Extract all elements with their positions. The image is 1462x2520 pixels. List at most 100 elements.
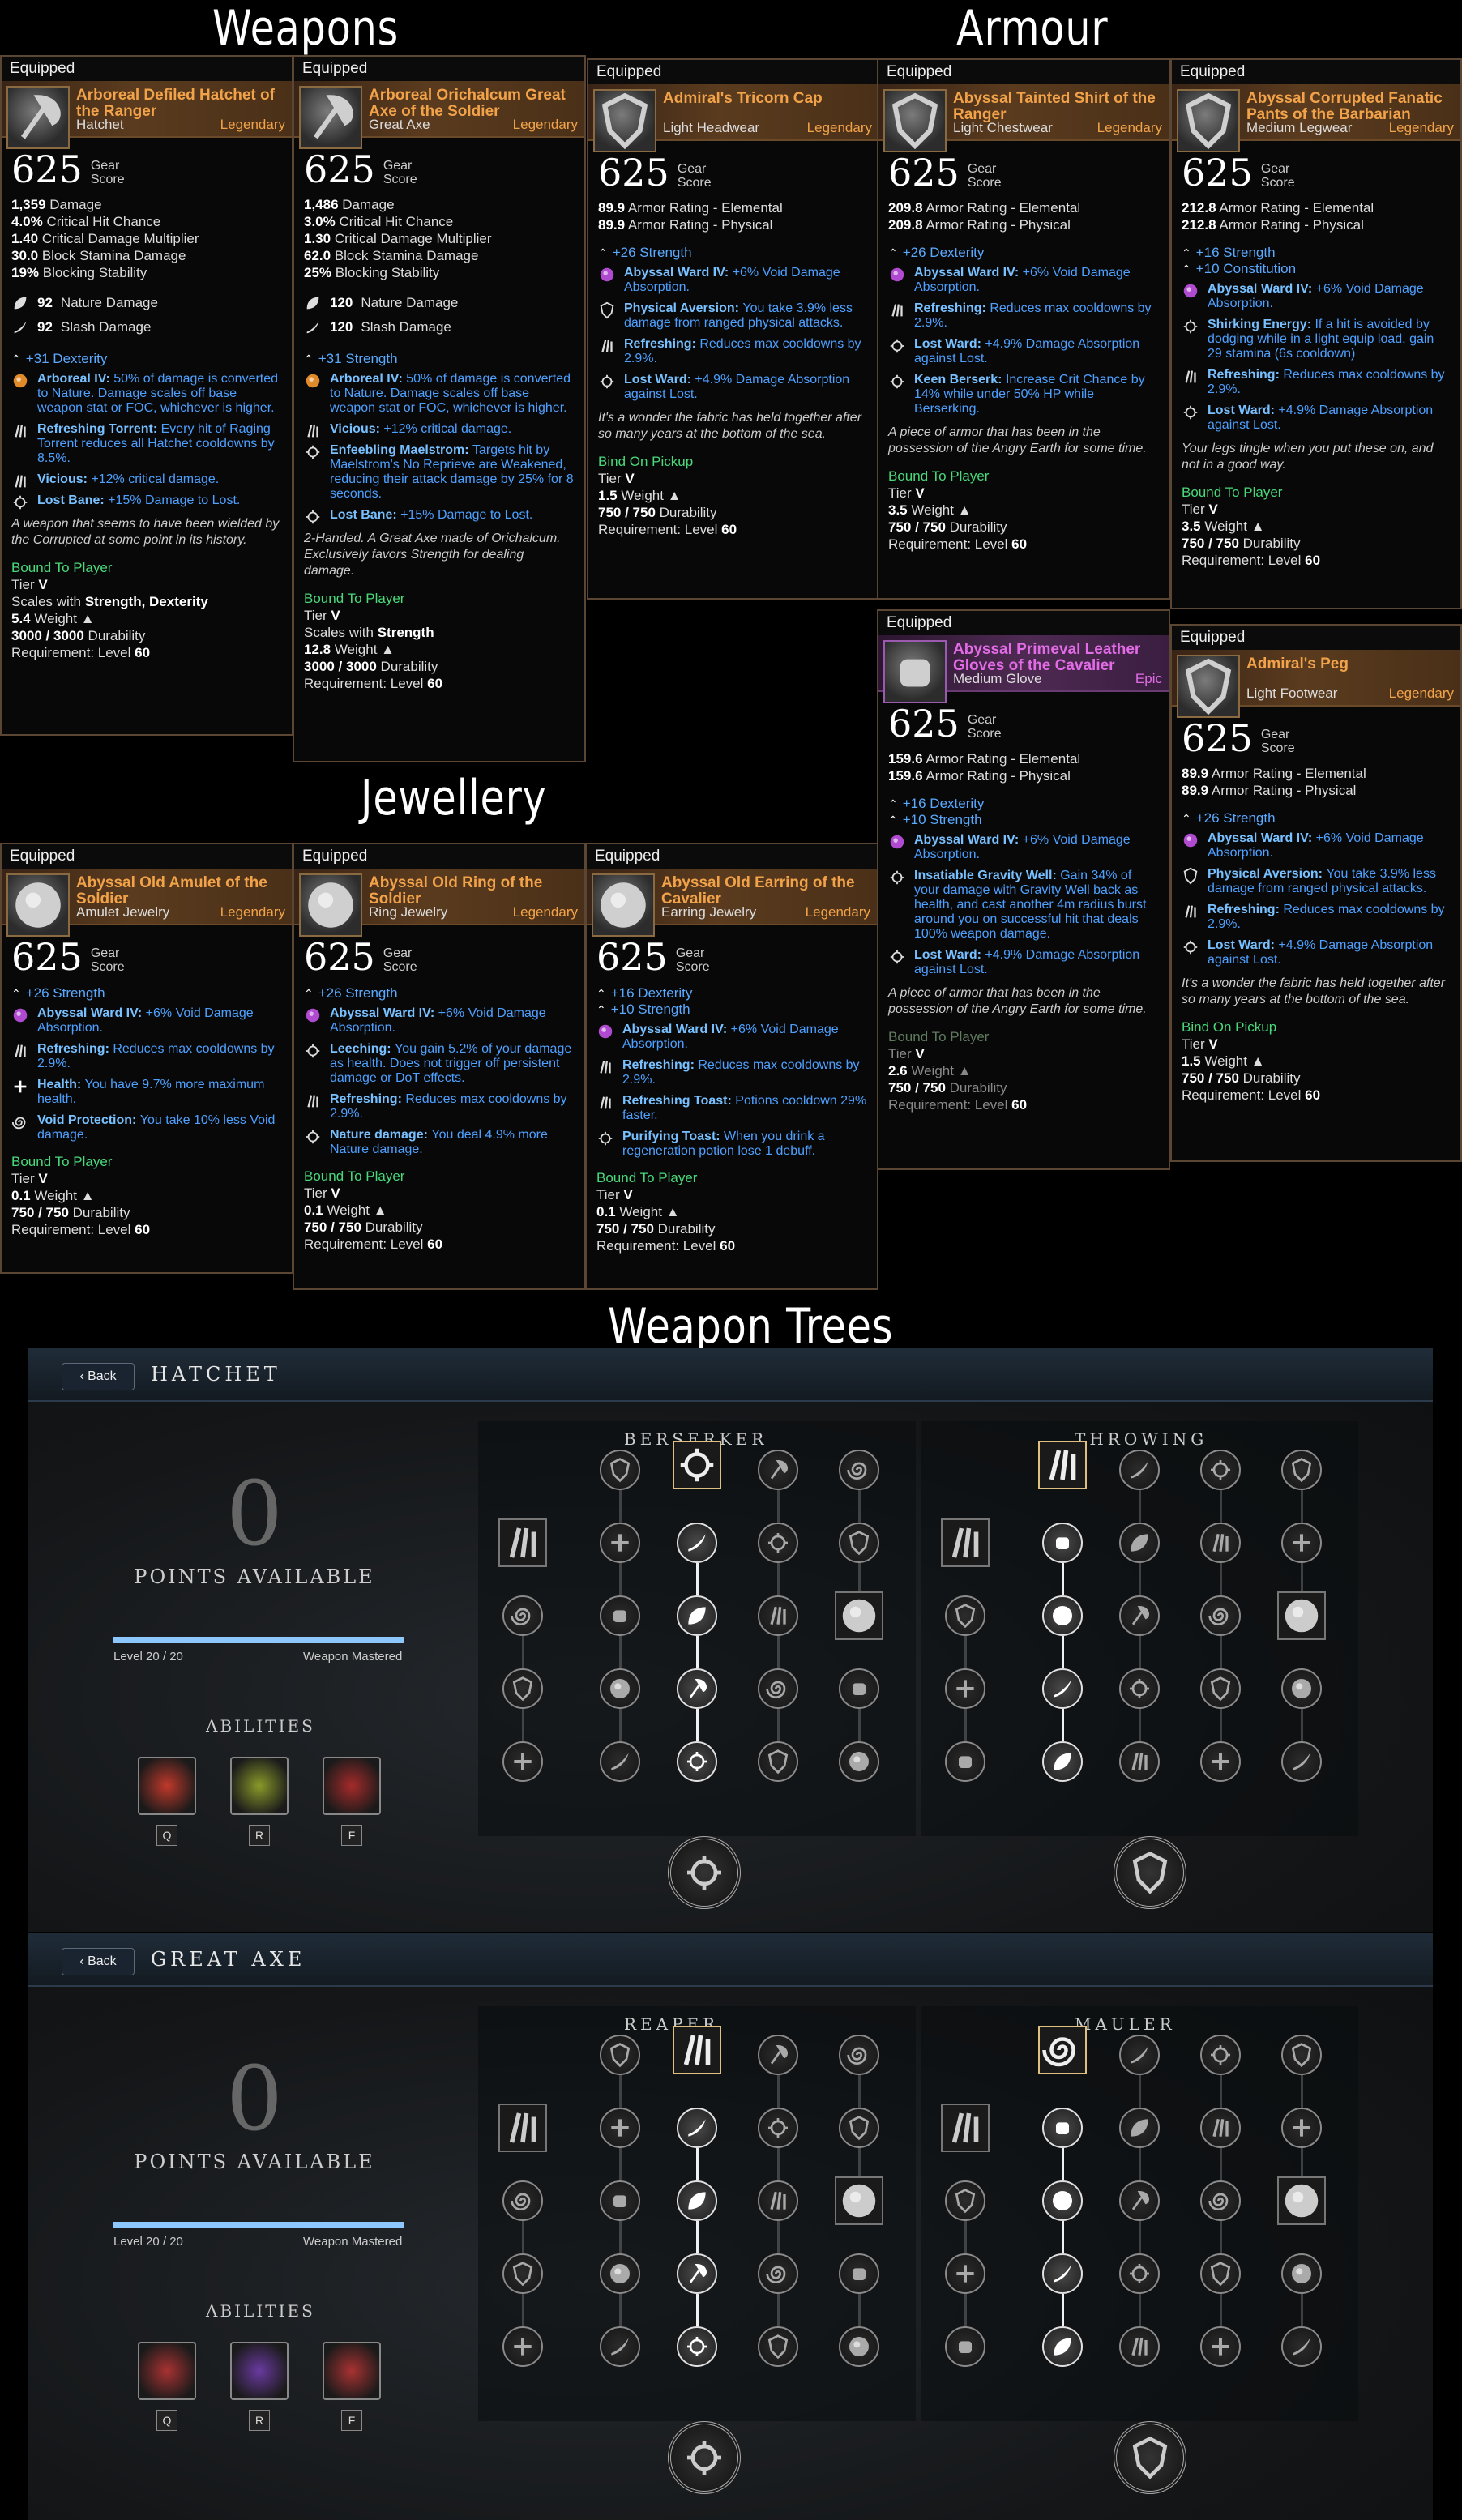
passive-orb-icon[interactable] <box>839 2326 879 2367</box>
item-card-peg[interactable]: Equipped Admiral's Peg Light Footwear Legen… <box>1170 624 1462 1162</box>
passive-spiral-icon[interactable] <box>839 1450 879 1490</box>
ability-icon[interactable] <box>835 1591 883 1640</box>
passive-shield-icon[interactable] <box>839 1523 879 1563</box>
passive-plus-icon[interactable] <box>1281 2108 1322 2148</box>
passive-shield-icon[interactable] <box>945 1595 985 1636</box>
ultimate-lock-icon[interactable] <box>1114 1836 1186 1909</box>
passive-slash-icon[interactable] <box>1119 1450 1160 1490</box>
passive-leaf-icon[interactable] <box>1119 1523 1160 1563</box>
passive-orb-icon[interactable] <box>1281 2253 1322 2294</box>
passive-plus-icon[interactable] <box>945 1668 985 1709</box>
ability-r-icon[interactable] <box>230 2342 289 2400</box>
passive-fist-icon[interactable] <box>945 2326 985 2367</box>
passive-leaf-icon[interactable] <box>677 2180 717 2221</box>
passive-axe-icon[interactable] <box>1119 1595 1160 1636</box>
active-ability-icon[interactable] <box>673 1441 721 1489</box>
item-card-earring[interactable]: Equipped Abyssal Old Earring of the Caval… <box>585 843 878 1290</box>
passive-fist-icon[interactable] <box>1042 2108 1083 2148</box>
passive-gear-icon[interactable] <box>1119 2253 1160 2294</box>
passive-shield-icon[interactable] <box>502 1668 543 1709</box>
ability-icon[interactable] <box>1277 2176 1326 2225</box>
passive-fist-icon[interactable] <box>600 1595 640 1636</box>
passive-spiral-icon[interactable] <box>758 1668 798 1709</box>
passive-slash-icon[interactable] <box>600 2326 640 2367</box>
passive-plus-icon[interactable] <box>1281 1523 1322 1563</box>
ability-icon[interactable] <box>835 2176 883 2225</box>
passive-plus-icon[interactable] <box>502 1741 543 1782</box>
item-card-amulet[interactable]: Equipped Abyssal Old Amulet of the Soldie… <box>0 843 293 1274</box>
passive-spiral-icon[interactable] <box>1200 1595 1241 1636</box>
passive-claw-icon[interactable] <box>758 1595 798 1636</box>
passive-axe-icon[interactable] <box>758 2035 798 2075</box>
passive-leaf-icon[interactable] <box>1042 2326 1083 2367</box>
passive-claw-icon[interactable] <box>1200 2108 1241 2148</box>
passive-fist-icon[interactable] <box>945 1741 985 1782</box>
passive-shield-icon[interactable] <box>502 2253 543 2294</box>
passive-gear-icon[interactable] <box>1200 1450 1241 1490</box>
passive-spiral-icon[interactable] <box>839 2035 879 2075</box>
passive-slash-icon[interactable] <box>1042 1668 1083 1709</box>
passive-shield-icon[interactable] <box>839 2108 879 2148</box>
passive-plus-icon[interactable] <box>945 2253 985 2294</box>
passive-leaf-icon[interactable] <box>677 1595 717 1636</box>
passive-orb-icon[interactable] <box>600 1668 640 1709</box>
passive-axe-icon[interactable] <box>677 1668 717 1709</box>
ability-f-icon[interactable] <box>323 2342 381 2400</box>
passive-axe-icon[interactable] <box>677 2253 717 2294</box>
passive-orb-icon[interactable] <box>839 1741 879 1782</box>
passive-axe-icon[interactable] <box>1119 2180 1160 2221</box>
passive-gear-icon[interactable] <box>758 2108 798 2148</box>
passive-shield-icon[interactable] <box>758 1741 798 1782</box>
passive-gear-icon[interactable] <box>1200 2035 1241 2075</box>
passive-claw-icon[interactable] <box>758 2180 798 2221</box>
ultimate-lock-icon[interactable] <box>668 2421 741 2494</box>
passive-shield-icon[interactable] <box>758 2326 798 2367</box>
passive-shield-icon[interactable] <box>1200 1668 1241 1709</box>
item-card-gloves[interactable]: Equipped Abyssal Primeval Leather Gloves … <box>877 609 1170 1170</box>
item-card-ring[interactable]: Equipped Abyssal Old Ring of the Soldier R… <box>293 843 586 1290</box>
passive-claw-icon[interactable] <box>1119 1741 1160 1782</box>
passive-fist-icon[interactable] <box>839 1668 879 1709</box>
ability-icon[interactable] <box>941 2104 990 2152</box>
passive-fist-icon[interactable] <box>839 2253 879 2294</box>
passive-plus-icon[interactable] <box>1200 2326 1241 2367</box>
passive-plus-icon[interactable] <box>600 1523 640 1563</box>
passive-gear-icon[interactable] <box>677 2326 717 2367</box>
ability-icon[interactable] <box>941 1518 990 1567</box>
ability-icon[interactable] <box>1277 1591 1326 1640</box>
passive-spiral-icon[interactable] <box>1200 2180 1241 2221</box>
active-ability-icon[interactable] <box>1038 2026 1087 2074</box>
passive-shield-icon[interactable] <box>1200 2253 1241 2294</box>
ability-q-icon[interactable] <box>138 1757 196 1815</box>
ultimate-lock-icon[interactable] <box>1114 2421 1186 2494</box>
passive-slash-icon[interactable] <box>600 1741 640 1782</box>
passive-orb-icon[interactable] <box>600 2253 640 2294</box>
ability-r-icon[interactable] <box>230 1757 289 1815</box>
passive-shield-icon[interactable] <box>945 2180 985 2221</box>
passive-leaf-icon[interactable] <box>1042 1741 1083 1782</box>
ability-icon[interactable] <box>498 2104 547 2152</box>
passive-spiral-icon[interactable] <box>502 1595 543 1636</box>
passive-slash-icon[interactable] <box>1281 2326 1322 2367</box>
passive-plus-icon[interactable] <box>1200 1741 1241 1782</box>
passive-spiral-icon[interactable] <box>502 2180 543 2221</box>
passive-shield-icon[interactable] <box>600 2035 640 2075</box>
ability-q-icon[interactable] <box>138 2342 196 2400</box>
item-card-shirt[interactable]: Equipped Abyssal Tainted Shirt of the Ran… <box>877 58 1170 600</box>
ultimate-lock-icon[interactable] <box>668 1836 741 1909</box>
passive-slash-icon[interactable] <box>1119 2035 1160 2075</box>
passive-orb-icon[interactable] <box>1042 2180 1083 2221</box>
passive-shield-icon[interactable] <box>600 1450 640 1490</box>
passive-fist-icon[interactable] <box>600 2180 640 2221</box>
passive-gear-icon[interactable] <box>758 1523 798 1563</box>
passive-gear-icon[interactable] <box>677 1741 717 1782</box>
passive-slash-icon[interactable] <box>677 2108 717 2148</box>
item-card-great-axe[interactable]: Equipped Arboreal Orichalcum Great Axe of… <box>293 55 586 762</box>
passive-gear-icon[interactable] <box>1119 1668 1160 1709</box>
passive-plus-icon[interactable] <box>502 2326 543 2367</box>
ability-f-icon[interactable] <box>323 1757 381 1815</box>
passive-slash-icon[interactable] <box>1042 2253 1083 2294</box>
item-card-tricorn-cap[interactable]: Equipped Admiral's Tricorn Cap Light Headw… <box>587 58 880 600</box>
passive-slash-icon[interactable] <box>677 1523 717 1563</box>
item-card-pants[interactable]: Equipped Abyssal Corrupted Fanatic Pants … <box>1170 58 1462 609</box>
